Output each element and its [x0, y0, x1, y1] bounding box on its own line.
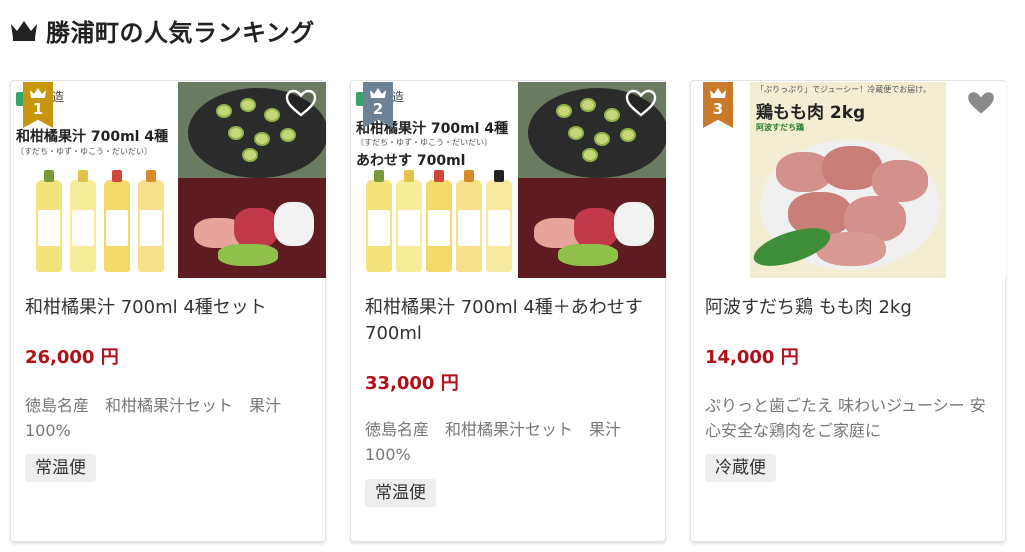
section-header: 勝浦町の人気ランキング — [10, 12, 315, 48]
shipping-tag: 常温便 — [25, 454, 96, 482]
image-top-text: 「ぷりっぷり」でジューシー！冷蔵便でお届け。 — [756, 85, 931, 94]
image-logo-text: 造 — [392, 90, 405, 104]
shipping-tag: 常温便 — [365, 479, 436, 507]
image-sub-text: 〔すだち・ゆず・ゆこう・だいだい〕 — [356, 138, 492, 147]
ranking-card-1[interactable]: 造 和柑橘果汁 700ml 4種 〔すだち・ゆず・ゆこう・だいだい〕 1 和柑橘… — [10, 80, 326, 542]
product-name[interactable]: 和柑橘果汁 700ml 4種＋あわせす 700ml — [365, 295, 653, 347]
image-brand-text: 阿波すだち鶏 — [756, 123, 804, 132]
image-title-text: 和柑橘果汁 700ml 4種 — [16, 129, 169, 145]
product-description: 徳島名産 和柑橘果汁セット 果汁100% — [25, 396, 282, 440]
rank-number: 1 — [32, 100, 44, 118]
crown-icon — [710, 88, 726, 98]
product-name[interactable]: 和柑橘果汁 700ml 4種セット — [25, 295, 313, 321]
image-sub-text: 〔すだち・ゆず・ゆこう・だいだい〕 — [16, 147, 152, 156]
ranking-card-2[interactable]: 造 和柑橘果汁 700ml 4種 〔すだち・ゆず・ゆこう・だいだい〕 あわせす … — [350, 80, 666, 542]
product-price: 33,000 円 — [365, 373, 459, 394]
rank-number: 3 — [712, 100, 724, 118]
product-description: 徳島名産 和柑橘果汁セット 果汁100% — [365, 420, 622, 464]
heart-icon[interactable] — [965, 89, 997, 117]
heart-icon[interactable] — [285, 89, 317, 117]
image-title-text: 鶏もも肉 2kg — [756, 103, 866, 123]
image-title-text: 和柑橘果汁 700ml 4種 — [356, 121, 509, 137]
section-title: 勝浦町の人気ランキング — [46, 18, 315, 47]
crown-icon — [370, 88, 386, 98]
heart-icon[interactable] — [625, 89, 657, 117]
product-price: 14,000 円 — [705, 347, 799, 368]
product-image[interactable]: 「ぷりっぷり」でジューシー！冷蔵便でお届け。 鶏もも肉 2kg 阿波すだち鶏 — [692, 82, 1006, 278]
rank-number: 2 — [372, 100, 384, 118]
product-image[interactable]: 造 和柑橘果汁 700ml 4種 〔すだち・ゆず・ゆこう・だいだい〕 — [12, 82, 326, 278]
product-price: 26,000 円 — [25, 347, 119, 368]
shipping-tag: 冷蔵便 — [705, 454, 776, 482]
crown-icon — [11, 21, 37, 41]
image-title-text-2: あわせす 700ml — [356, 153, 466, 169]
product-image[interactable]: 造 和柑橘果汁 700ml 4種 〔すだち・ゆず・ゆこう・だいだい〕 あわせす … — [352, 82, 666, 278]
product-name[interactable]: 阿波すだち鶏 もも肉 2kg — [705, 295, 993, 321]
image-logo-text: 造 — [52, 90, 65, 104]
crown-icon — [30, 88, 46, 98]
ranking-card-3[interactable]: 「ぷりっぷり」でジューシー！冷蔵便でお届け。 鶏もも肉 2kg 阿波すだち鶏 3… — [690, 80, 1006, 542]
product-description: ぷりっと歯ごたえ 味わいジューシー 安心安全な鶏肉をご家庭に — [705, 396, 986, 440]
